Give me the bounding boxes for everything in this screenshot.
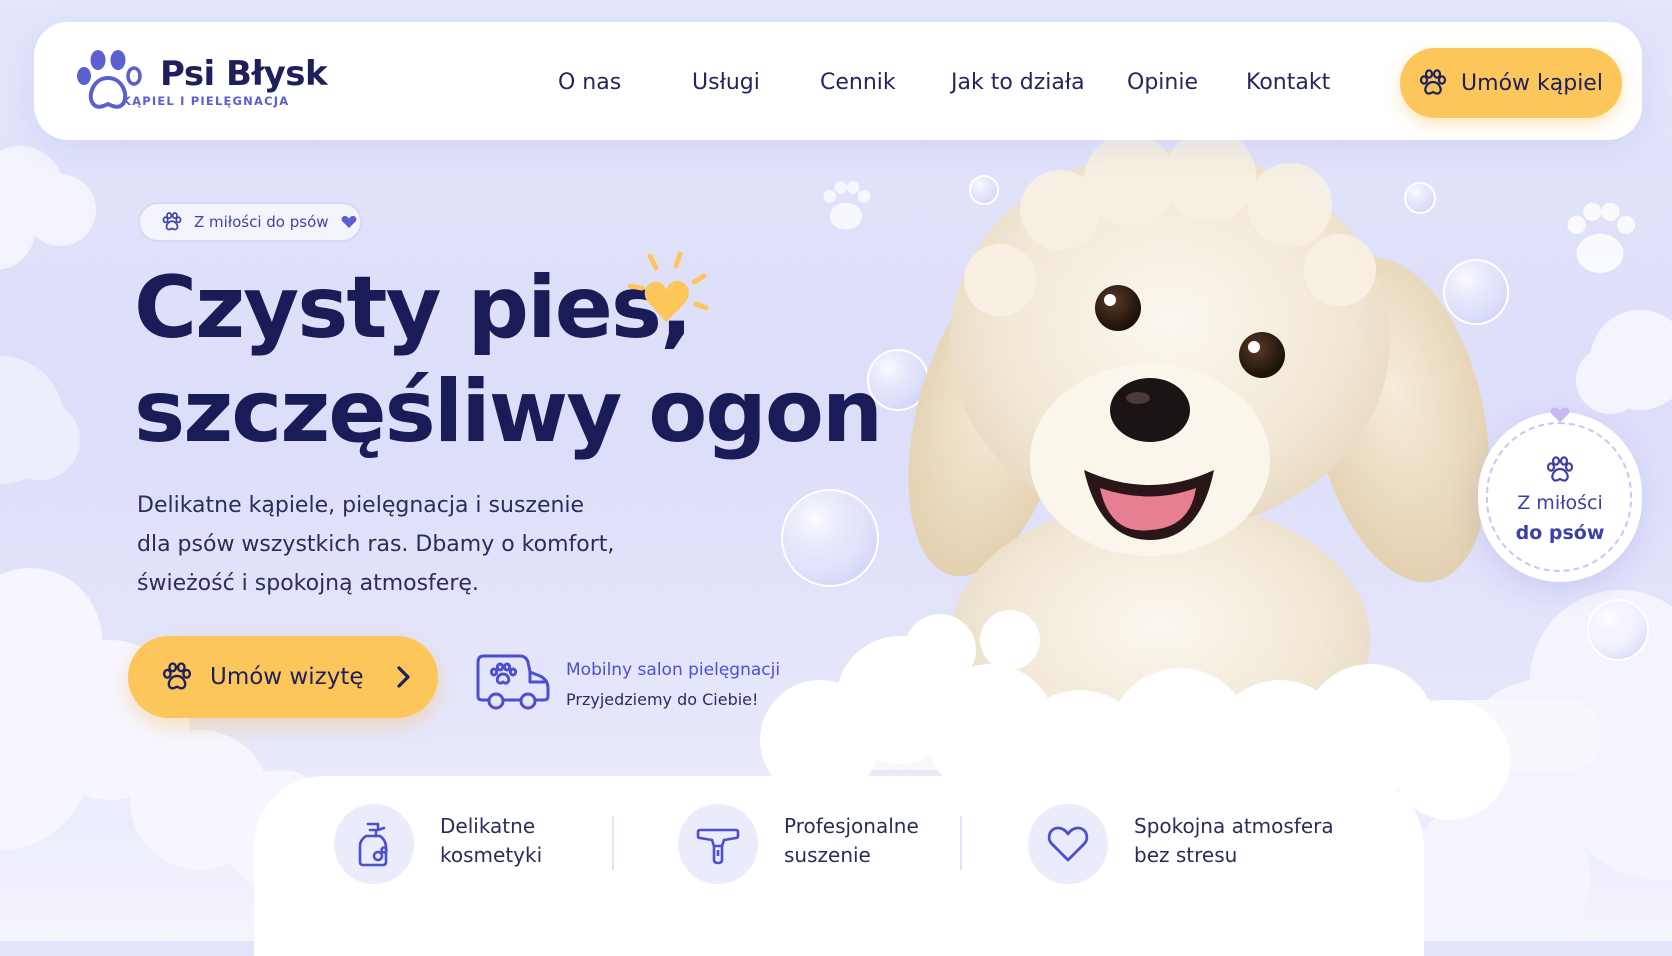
nav-link-uslugi[interactable]: Usługi (692, 70, 760, 95)
book-visit-button[interactable]: Umów wizytę (128, 636, 438, 718)
van-icon (476, 654, 550, 710)
hero-headline: Czysty pies, szczęśliwy ogon (134, 256, 883, 464)
feature-icon-wrap (334, 804, 414, 884)
feature-label: Delikatne kosmetyki (440, 812, 542, 870)
feature-line-1: Delikatne (440, 814, 536, 838)
description-line-2: dla psów wszystkich ras. Dbamy o komfort… (137, 532, 615, 557)
description-line-3: świeżość i spokojną atmosferę. (137, 571, 479, 596)
nav-link-cennik[interactable]: Cennik (820, 70, 896, 95)
heart-icon (1047, 826, 1089, 862)
feature-label: Spokojna atmosfera bez stresu (1134, 812, 1334, 870)
book-bath-button[interactable]: Umów kąpiel (1400, 48, 1622, 118)
love-dogs-badge: Z miłości do psów (1478, 407, 1642, 582)
nav-link-kontakt[interactable]: Kontakt (1246, 70, 1330, 95)
book-visit-label: Umów wizytę (210, 664, 364, 690)
dog-nose (1110, 378, 1190, 442)
paw-icon (162, 212, 182, 231)
cloud-left-mid (0, 356, 80, 484)
mobile-salon-info[interactable]: Mobilny salon pielęgnacji Przyjedziemy d… (474, 650, 794, 714)
decor-paw-1 (823, 181, 871, 230)
pill-text: Z miłości do psów (194, 213, 329, 231)
feature-label: Profesjonalne suszenie (784, 812, 919, 870)
sparkle-heart-icon (627, 251, 709, 322)
decor-paw-2 (1567, 202, 1636, 273)
mobile-salon-subtitle: Przyjedziemy do Ciebie! (566, 690, 759, 709)
feature-divider (612, 816, 614, 870)
love-dogs-pill: Z miłości do psów (138, 202, 362, 242)
badge-text: Z miłości do psów (1478, 488, 1642, 548)
dog-eye-left (1095, 285, 1141, 331)
top-navbar: Psi Błysk KĄPIEL I PIELĘGNACJA O nas Usł… (34, 22, 1642, 140)
paw-icon (1419, 69, 1447, 95)
brand-tagline: KĄPIEL I PIELĘGNACJA (122, 94, 290, 108)
heart-icon (1550, 407, 1570, 423)
shampoo-bottle-icon (358, 822, 388, 867)
feature-line-2: suszenie (784, 843, 871, 867)
description-line-1: Delikatne kąpiele, pielęgnacja i suszeni… (137, 493, 585, 518)
feature-line-2: kosmetyki (440, 843, 543, 867)
badge-line-2: do psów (1515, 522, 1605, 544)
hair-dryer-icon (696, 828, 740, 865)
brand-name: Psi Błysk (160, 54, 328, 94)
dog-eye-right (1239, 332, 1285, 378)
badge-line-1: Z miłości (1517, 492, 1603, 514)
headline-line-2: szczęśliwy ogon (134, 362, 883, 462)
hero-description: Delikatne kąpiele, pielęgnacja i suszeni… (137, 486, 617, 603)
feature-line-1: Profesjonalne (784, 814, 919, 838)
paw-icon (1546, 456, 1574, 482)
feature-icon-wrap (1028, 804, 1108, 884)
nav-link-jak-to-dziala[interactable]: Jak to działa (951, 70, 1085, 95)
cloud-left-top (0, 146, 96, 270)
feature-icon-wrap (678, 804, 758, 884)
nav-link-opinie[interactable]: Opinie (1127, 70, 1198, 95)
feature-line-1: Spokojna atmosfera (1134, 814, 1334, 838)
book-bath-label: Umów kąpiel (1461, 70, 1603, 96)
mobile-salon-title: Mobilny salon pielęgnacji (566, 660, 781, 680)
heart-icon (341, 216, 356, 228)
headline-line-1: Czysty pies, (134, 258, 693, 358)
feature-divider (960, 816, 962, 870)
features-strip: Delikatne kosmetyki Profesjonalne suszen… (254, 776, 1424, 956)
nav-link-o-nas[interactable]: O nas (558, 70, 621, 95)
paw-icon (162, 662, 192, 690)
feature-line-2: bez stresu (1134, 843, 1238, 867)
chevron-right-icon (396, 666, 410, 688)
